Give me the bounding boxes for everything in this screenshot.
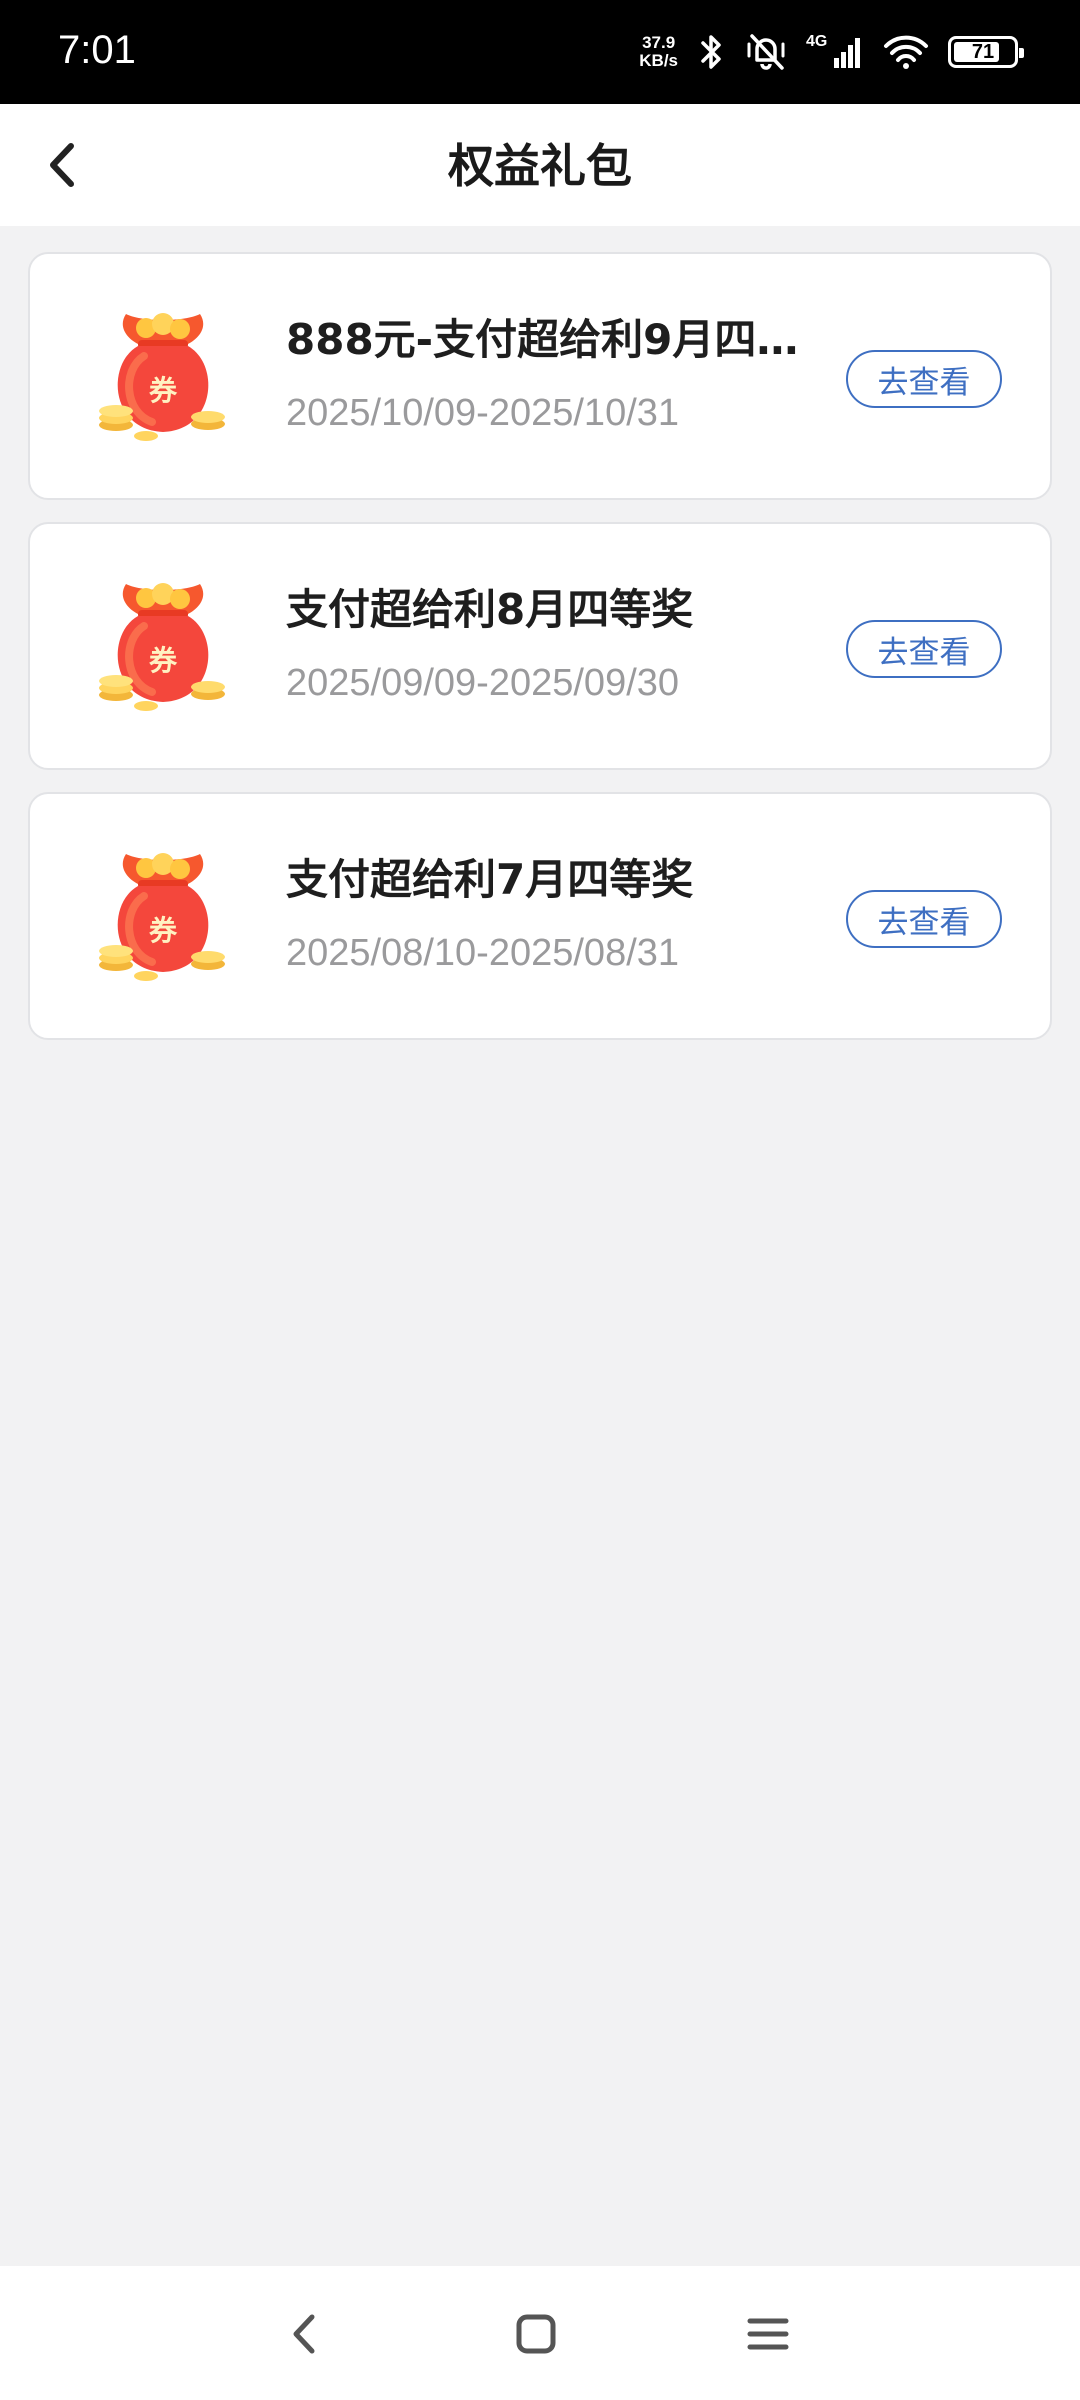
status-bar: 7:01 37.9 KB/s 4G 71 bbox=[0, 0, 1080, 104]
benefit-package-list: 券 888元-支付超给利9月四等奖 2025/10/09-2025/10/31 … bbox=[28, 252, 1052, 1062]
coupon-bag-icon: 券 bbox=[99, 313, 225, 441]
card-title: 888元-支付超给利9月四等奖 bbox=[286, 315, 826, 364]
nav-back-button[interactable] bbox=[272, 2302, 336, 2366]
page-title: 权益礼包 bbox=[448, 139, 632, 193]
card-title: 支付超给利7月四等奖 bbox=[286, 855, 694, 904]
signal-type-label: 4G bbox=[806, 33, 827, 50]
network-speed-value: 37.9 bbox=[642, 33, 676, 52]
network-speed-unit: KB/s bbox=[639, 51, 678, 70]
page-header: 权益礼包 bbox=[0, 104, 1080, 226]
home-square-icon bbox=[516, 2314, 556, 2354]
list-item[interactable]: 券 支付超给利8月四等奖 2025/09/09-2025/09/30 去查看 bbox=[28, 522, 1052, 770]
signal-icon: 4G bbox=[806, 32, 864, 72]
view-button[interactable]: 去查看 bbox=[846, 350, 1002, 408]
coupon-bag-icon: 券 bbox=[99, 583, 225, 711]
coupon-label: 券 bbox=[149, 644, 178, 677]
back-triangle-icon bbox=[293, 2314, 315, 2354]
nav-home-button[interactable] bbox=[504, 2302, 568, 2366]
view-button[interactable]: 去查看 bbox=[846, 620, 1002, 678]
bluetooth-icon bbox=[696, 32, 726, 72]
view-button[interactable]: 去查看 bbox=[846, 890, 1002, 948]
menu-icon bbox=[747, 2318, 789, 2350]
card-date-range: 2025/08/10-2025/08/31 bbox=[286, 932, 680, 974]
mute-vibrate-icon bbox=[744, 32, 788, 72]
list-item[interactable]: 券 888元-支付超给利9月四等奖 2025/10/09-2025/10/31 … bbox=[28, 252, 1052, 500]
battery-icon: 71 bbox=[948, 36, 1024, 68]
status-icons: 37.9 KB/s 4G 71 bbox=[639, 30, 1024, 74]
list-item[interactable]: 券 支付超给利7月四等奖 2025/08/10-2025/08/31 去查看 bbox=[28, 792, 1052, 1040]
wifi-icon bbox=[882, 32, 930, 72]
status-time: 7:01 bbox=[58, 28, 136, 72]
coupon-label: 券 bbox=[149, 374, 178, 407]
coupon-label: 券 bbox=[149, 914, 178, 947]
coupon-bag-icon: 券 bbox=[99, 853, 225, 981]
battery-level: 71 bbox=[971, 40, 995, 63]
nav-menu-button[interactable] bbox=[736, 2302, 800, 2366]
network-speed: 37.9 KB/s bbox=[639, 34, 678, 70]
card-title: 支付超给利8月四等奖 bbox=[286, 585, 694, 634]
system-nav-bar bbox=[0, 2266, 1080, 2400]
card-date-range: 2025/10/09-2025/10/31 bbox=[286, 392, 680, 434]
card-date-range: 2025/09/09-2025/09/30 bbox=[286, 662, 680, 704]
